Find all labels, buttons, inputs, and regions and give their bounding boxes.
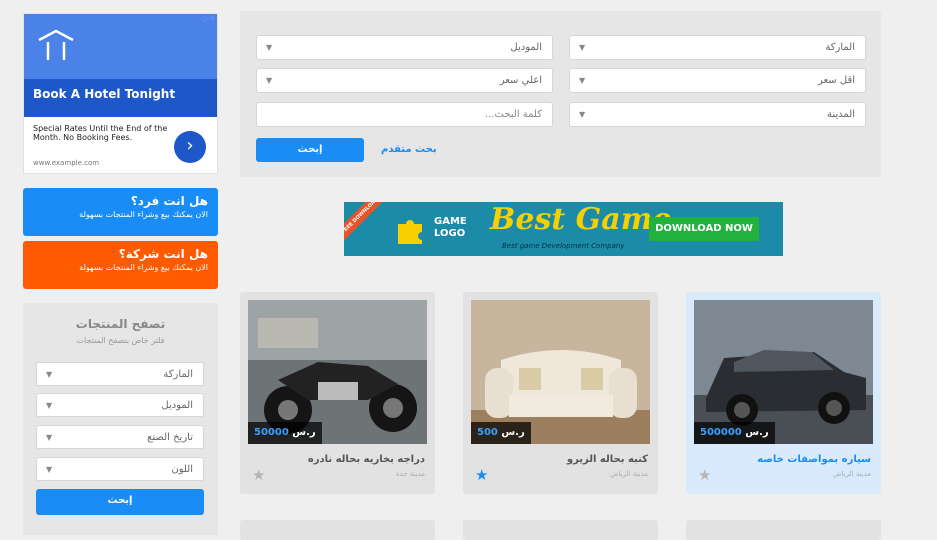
favorite-star-icon[interactable]: ★ [475,466,488,484]
browse-subtitle: فلتر خاص بتصفح المنتجات [76,336,165,345]
product-card[interactable]: 500000 ر.س سياره بمواصفات خاصه مدينة الر… [686,292,881,494]
banner-ribbon: FREE DOWNLOAD [344,202,386,242]
hotel-icon [38,29,74,60]
ad-image [24,14,217,79]
individual-cta-title: هل انت فرد؟ [130,194,208,208]
chevron-down-icon: ▼ [46,465,53,474]
product-card-partial[interactable] [240,520,435,540]
browse-color-select[interactable]: اللون ▼ [36,457,204,481]
banner-logo-line2: LOGO [434,228,466,239]
model-select[interactable]: الموديل ▼ [256,35,553,60]
product-price: 500 ر.س [471,422,531,444]
favorite-star-icon[interactable]: ★ [698,466,711,484]
chevron-down-icon: ▼ [266,76,273,85]
ad-url[interactable]: www.example.com [33,159,99,167]
company-cta[interactable]: هل انت شركة؟ الان يمكنك بيع وشراء المنتج… [23,241,218,289]
company-cta-sub: الان يمكنك بيع وشراء المنتجات بسهولة [79,263,208,272]
product-title[interactable]: سياره بمواصفات خاصه [757,454,871,465]
product-title[interactable]: كنبه بحاله الزيرو [567,454,648,465]
search-button[interactable]: إبحث [256,138,364,162]
hotel-ad[interactable]: ▷✕ Book A Hotel Tonight Special Rates Un… [23,13,218,174]
ad-text: Special Rates Until the End of the Month… [33,124,168,142]
brand-select[interactable]: الماركة ▼ [569,35,866,60]
browse-title: تصفح المنتجات [75,317,166,331]
browse-brand-select[interactable]: الماركة ▼ [36,362,204,386]
product-city: مدينة الرياض [833,470,871,478]
min-price-select[interactable]: اقل سعر ▼ [569,68,866,93]
chevron-down-icon: ▼ [46,401,53,410]
product-card-partial[interactable] [686,520,881,540]
chevron-down-icon: ▼ [579,76,586,85]
ad-go-arrow-icon[interactable]: › [174,131,206,163]
product-card-partial[interactable] [463,520,658,540]
adchoices-icon[interactable]: ▷✕ [203,14,216,23]
banner-headline: Best Game [490,202,672,237]
banner-logo-line1: GAME [434,216,467,227]
advanced-search-link[interactable]: بحث متقدم [381,144,437,155]
product-card[interactable]: 500 ر.س كنبه بحاله الزيرو مدينة الرياض ★ [463,292,658,494]
chevron-down-icon: ▼ [46,370,53,379]
chevron-down-icon: ▼ [266,43,273,52]
chevron-down-icon: ▼ [579,43,586,52]
product-city: مدينة الرياض [610,470,648,478]
product-city: مدينة جدة [395,470,425,478]
individual-cta[interactable]: هل انت فرد؟ الان يمكنك بيع وشراء المنتجا… [23,188,218,236]
product-price: 500000 ر.س [694,422,775,444]
product-card[interactable]: 50000 ر.س دراجه بخاريه بحاله نادره مدينة… [240,292,435,494]
product-title[interactable]: دراجه بخاريه بحاله نادره [308,454,425,465]
product-price: 50000 ر.س [248,422,322,444]
ad-title[interactable]: Book A Hotel Tonight [24,79,217,117]
browse-model-select[interactable]: الموديل ▼ [36,393,204,417]
city-select[interactable]: المدينة ▼ [569,102,866,127]
individual-cta-sub: الان يمكنك بيع وشراء المنتجات بسهولة [79,210,208,219]
browse-year-select[interactable]: تاريخ الصنع ▼ [36,425,204,449]
keyword-input[interactable]: كلمة البحث... [256,102,553,127]
favorite-star-icon[interactable]: ★ [252,466,265,484]
max-price-select[interactable]: اعلي سعر ▼ [256,68,553,93]
banner-download-button[interactable]: DOWNLOAD NOW [649,217,759,241]
browse-search-button[interactable]: إبحث [36,489,204,515]
chevron-down-icon: ▼ [46,433,53,442]
company-cta-title: هل انت شركة؟ [118,247,208,261]
puzzle-icon [398,220,422,244]
game-banner[interactable]: FREE DOWNLOAD GAME LOGO Best Game Best g… [344,202,783,256]
chevron-down-icon: ▼ [579,110,586,119]
banner-tagline: Best game Development Company [502,242,625,250]
